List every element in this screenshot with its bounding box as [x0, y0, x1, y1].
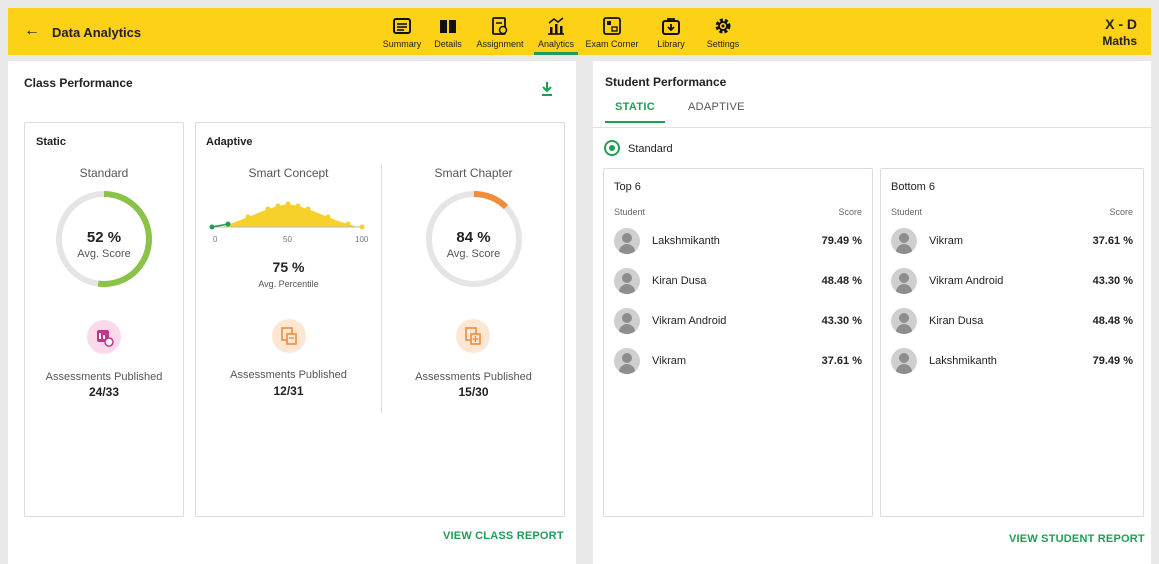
- smart-concept-published-label: Assessments Published: [230, 369, 347, 381]
- static-subtitle: Standard: [79, 166, 129, 180]
- student-name: Kiran Dusa: [929, 315, 984, 327]
- static-score: 52 %: [86, 229, 122, 246]
- smart-concept-published-value: 12/31: [273, 384, 304, 398]
- avatar: [614, 348, 640, 374]
- table-row[interactable]: Lakshmikanth 79.49 %: [891, 346, 1133, 376]
- standard-radio-label: Standard: [628, 143, 673, 155]
- view-class-report-link[interactable]: VIEW CLASS REPORT: [443, 530, 564, 542]
- back-arrow-icon[interactable]: ←: [24, 23, 40, 39]
- smart-chapter-published-label: Assessments Published: [415, 371, 532, 383]
- top-students-card: Top 6 Student Score Lakshmikanth 79.49 % …: [603, 168, 873, 517]
- tab-adaptive[interactable]: ADAPTIVE: [688, 101, 745, 121]
- table-row[interactable]: Kiran Dusa 48.48 %: [614, 266, 862, 296]
- smart-chapter-published-value: 15/30: [458, 385, 489, 399]
- smart-chapter-score-label: Avg. Score: [446, 248, 501, 260]
- table-row[interactable]: Kiran Dusa 48.48 %: [891, 306, 1133, 336]
- download-icon[interactable]: [540, 81, 554, 97]
- static-assessment-icon: [87, 320, 121, 354]
- student-score: 37.61 %: [1092, 235, 1133, 247]
- axis-tick-0: 0: [213, 235, 218, 244]
- bottom-students-title: Bottom 6: [891, 181, 936, 193]
- main-nav: Summary Details Assignment Analytics Exa…: [376, 8, 748, 55]
- avatar: [891, 268, 917, 294]
- student-name: Vikram Android: [929, 275, 1004, 287]
- student-performance-title: Student Performance: [605, 75, 727, 89]
- book-icon: [440, 20, 456, 33]
- top-col-score: Score: [838, 207, 862, 217]
- student-score: 43.30 %: [1092, 275, 1133, 287]
- table-row[interactable]: Vikram Android 43.30 %: [614, 306, 862, 336]
- adaptive-card: Adaptive Smart Concept 0 50 100 75 % Avg…: [195, 122, 565, 517]
- smart-concept-percentile-label: Avg. Percentile: [258, 279, 319, 289]
- static-title: Static: [36, 136, 66, 148]
- axis-tick-50: 50: [283, 235, 292, 244]
- top-students-title: Top 6: [614, 181, 641, 193]
- smart-chapter-title: Smart Chapter: [434, 166, 513, 180]
- top-bar: ← Data Analytics Summary Details Assignm…: [8, 8, 1151, 55]
- smart-concept-assessment-icon: [272, 319, 306, 353]
- nav-analytics[interactable]: Analytics: [532, 8, 580, 55]
- student-name: Lakshmikanth: [929, 355, 997, 367]
- table-row[interactable]: Vikram 37.61 %: [891, 226, 1133, 256]
- view-student-report-link[interactable]: VIEW STUDENT REPORT: [1009, 533, 1145, 545]
- student-score: 37.61 %: [821, 355, 862, 367]
- static-published-value: 24/33: [88, 385, 120, 399]
- summary-icon: [393, 18, 411, 34]
- gear-icon: [715, 18, 731, 34]
- bottom-col-score: Score: [1109, 207, 1133, 217]
- table-row[interactable]: Vikram Android 43.30 %: [891, 266, 1133, 296]
- avatar: [614, 268, 640, 294]
- nav-summary[interactable]: Summary: [376, 8, 428, 55]
- analytics-icon: [548, 17, 564, 35]
- student-score: 79.49 %: [1092, 355, 1133, 367]
- student-score: 48.48 %: [821, 275, 862, 287]
- page-title: Data Analytics: [52, 25, 142, 40]
- avatar: [614, 228, 640, 254]
- student-score: 48.48 %: [1092, 315, 1133, 327]
- radio-dot: [609, 145, 615, 151]
- nav-library[interactable]: Library: [644, 8, 698, 55]
- nav-assignment[interactable]: Assignment: [468, 8, 532, 55]
- smart-chapter-assessment-icon: [456, 319, 490, 353]
- axis-tick-100: 100: [355, 235, 369, 244]
- tab-static[interactable]: STATIC: [605, 101, 665, 123]
- standard-radio[interactable]: [604, 140, 620, 156]
- table-row[interactable]: Lakshmikanth 79.49 %: [614, 226, 862, 256]
- student-score: 43.30 %: [821, 315, 862, 327]
- library-icon: [662, 18, 680, 35]
- adaptive-title: Adaptive: [206, 136, 253, 148]
- avatar: [891, 228, 917, 254]
- class-info: X - D Maths: [1102, 16, 1137, 48]
- smart-concept-percentile: 75 %: [272, 259, 305, 275]
- nav-settings[interactable]: Settings: [698, 8, 748, 55]
- student-name: Lakshmikanth: [652, 235, 720, 247]
- student-name: Vikram: [652, 355, 687, 367]
- student-name: Vikram Android: [652, 315, 727, 327]
- bottom-col-student: Student: [891, 207, 923, 217]
- subject-name: Maths: [1102, 34, 1137, 48]
- smart-concept-title: Smart Concept: [248, 166, 329, 180]
- static-card: Static Standard 52 % Avg. Score Assessme…: [24, 122, 184, 517]
- student-name: Vikram: [929, 235, 964, 247]
- student-name: Kiran Dusa: [652, 275, 707, 287]
- top-col-student: Student: [614, 207, 646, 217]
- bottom-students-card: Bottom 6 Student Score Vikram 37.61 % Vik…: [880, 168, 1144, 517]
- class-name: X - D: [1105, 16, 1137, 32]
- static-published-label: Assessments Published: [45, 371, 163, 383]
- assignment-icon: [492, 17, 508, 35]
- avatar: [614, 308, 640, 334]
- static-score-label: Avg. Score: [77, 248, 131, 260]
- nav-details[interactable]: Details: [428, 8, 468, 55]
- table-row[interactable]: Vikram 37.61 %: [614, 346, 862, 376]
- student-score: 79.49 %: [821, 235, 862, 247]
- student-tabs: Student Performance STATIC ADAPTIVE: [593, 61, 1151, 128]
- student-performance-panel: Student Performance STATIC ADAPTIVE Stan…: [593, 61, 1151, 564]
- class-performance-panel: Class Performance Static Standard 52 % A…: [8, 61, 576, 564]
- nav-exam-corner[interactable]: Exam Corner: [580, 8, 644, 55]
- smart-chapter-score: 84 %: [456, 229, 491, 246]
- avatar: [891, 348, 917, 374]
- exam-corner-icon: [603, 17, 621, 35]
- class-performance-title: Class Performance: [24, 76, 133, 90]
- avatar: [891, 308, 917, 334]
